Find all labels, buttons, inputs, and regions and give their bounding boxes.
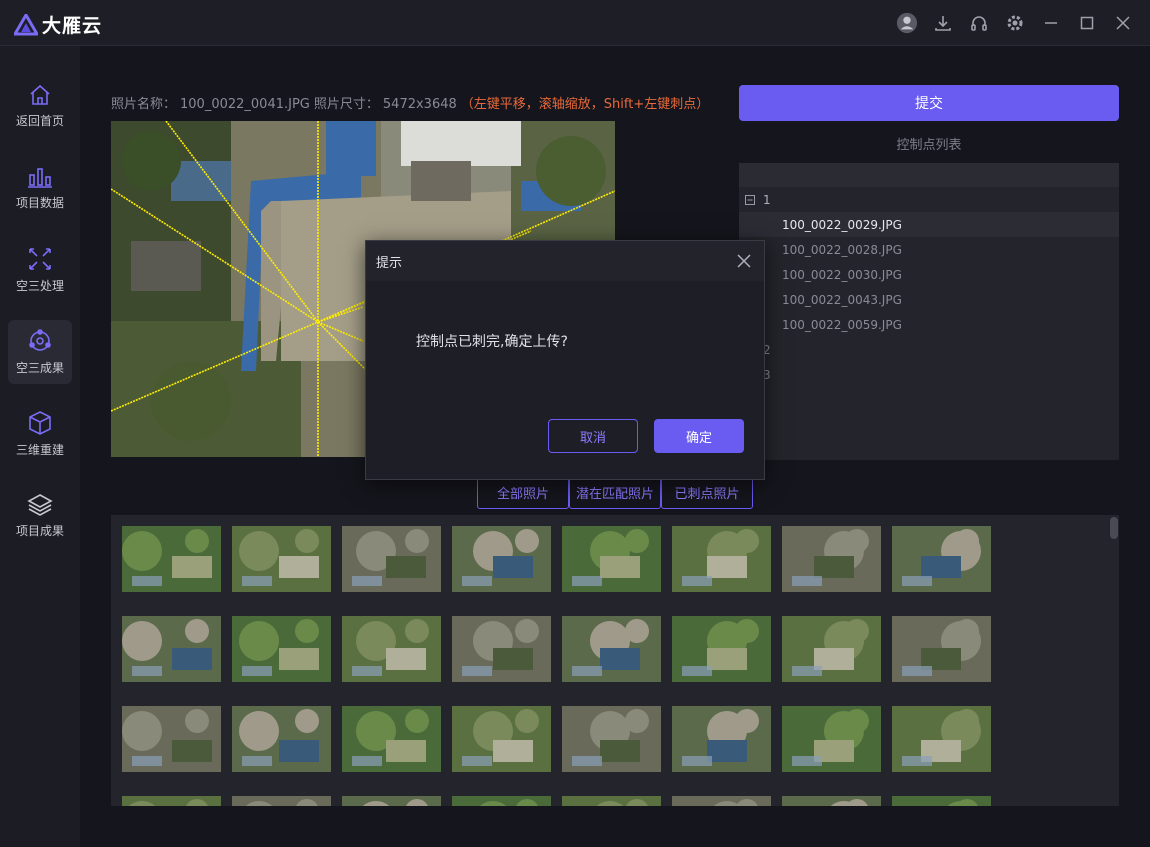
photo-name-label: 照片名称： — [111, 97, 177, 112]
dialog-message: 控制点已刺完,确定上传? — [416, 334, 568, 350]
photo-thumbnail[interactable] — [562, 526, 661, 592]
collapse-icon[interactable] — [745, 194, 755, 205]
goose-logo-icon — [14, 13, 38, 35]
file-name: 100_0022_0030.JPG — [782, 267, 902, 282]
tab-pricked-photos[interactable]: 已刺点照片 — [661, 475, 753, 509]
photo-thumbnail[interactable] — [782, 796, 881, 806]
photo-thumbnail[interactable] — [782, 526, 881, 592]
title-bar: 大雁云 — [0, 0, 1150, 46]
photo-thumbnail[interactable] — [672, 526, 771, 592]
photo-thumbnail[interactable] — [452, 796, 551, 806]
cancel-button[interactable]: 取消 — [548, 419, 638, 453]
tree-node-1[interactable]: 1 — [739, 187, 1119, 212]
sidebar-item-project-data[interactable]: 项目数据 — [8, 156, 72, 220]
cross-arrows-icon — [29, 248, 51, 270]
photo-thumbnail[interactable] — [122, 616, 221, 682]
photo-thumbnail[interactable] — [342, 616, 441, 682]
photo-thumbnail[interactable] — [892, 526, 991, 592]
photo-thumbnail[interactable] — [122, 706, 221, 772]
app-logo: 大雁云 — [14, 11, 102, 38]
bar-chart-icon — [28, 168, 52, 188]
close-icon[interactable] — [734, 251, 754, 271]
sidebar-item-3d-reconstruction[interactable]: 三维重建 — [8, 402, 72, 466]
photo-thumbnail[interactable] — [452, 706, 551, 772]
download-icon[interactable] — [932, 12, 954, 34]
photo-thumbnail[interactable] — [782, 706, 881, 772]
dialog-title: 提示 — [376, 255, 403, 271]
headset-icon[interactable] — [968, 12, 990, 34]
submit-button[interactable]: 提交 — [739, 85, 1119, 121]
photo-thumbnail[interactable] — [452, 616, 551, 682]
photo-size-value: 5472x3648 — [382, 97, 457, 112]
sidebar-item-aerotriangulation-result[interactable]: 空三成果 — [8, 320, 72, 384]
sidebar: 返回首页 项目数据 空三处理 空三成果 三维重建 项目成果 — [0, 46, 80, 847]
confirm-button[interactable]: 确定 — [654, 419, 744, 453]
photo-thumbnail[interactable] — [892, 616, 991, 682]
gear-icon[interactable] — [1004, 12, 1026, 34]
cube-icon — [29, 411, 51, 435]
home-icon — [30, 84, 50, 105]
tab-all-photos[interactable]: 全部照片 — [477, 475, 569, 509]
file-name: 100_0022_0029.JPG — [782, 217, 902, 232]
photo-thumbnail[interactable] — [122, 526, 221, 592]
photo-info: 照片名称： 100_0022_0041.JPG 照片尺寸： 5472x3648 （左键平… — [111, 93, 709, 112]
minimize-icon[interactable] — [1040, 12, 1062, 34]
file-name: 100_0022_0059.JPG — [782, 317, 902, 332]
photo-thumbnail[interactable] — [232, 526, 331, 592]
photo-thumbnail[interactable] — [342, 526, 441, 592]
layers-icon — [27, 494, 53, 516]
photo-thumbnail[interactable] — [342, 706, 441, 772]
control-point-list-title: 控制点列表 — [896, 138, 962, 153]
photo-thumbnail[interactable] — [672, 796, 771, 806]
orbit-icon — [29, 329, 51, 351]
photo-gallery — [111, 515, 1119, 806]
gallery-scrollbar[interactable] — [1110, 517, 1118, 539]
close-window-icon[interactable] — [1112, 12, 1134, 34]
file-name: 100_0022_0028.JPG — [782, 242, 902, 257]
photo-thumbnail[interactable] — [122, 796, 221, 806]
photo-thumbnail[interactable] — [782, 616, 881, 682]
list-header — [739, 163, 1119, 187]
user-avatar-icon[interactable] — [896, 12, 918, 34]
sidebar-label: 空三处理 — [15, 279, 64, 293]
photo-name-value: 100_0022_0041.JPG — [180, 97, 310, 112]
photo-thumbnail[interactable] — [562, 706, 661, 772]
photo-hint: （左键平移，滚轴缩放，Shift+左键刺点） — [460, 97, 710, 112]
dialog-header: 提示 — [366, 241, 764, 281]
photo-thumbnail[interactable] — [232, 616, 331, 682]
file-name: 100_0022_0043.JPG — [782, 292, 902, 307]
photo-thumbnail[interactable] — [562, 796, 661, 806]
tree-file-row[interactable]: 100_0022_0029.JPG — [739, 212, 1119, 237]
photo-thumbnail[interactable] — [232, 796, 331, 806]
sidebar-label: 项目成果 — [15, 524, 64, 538]
photo-thumbnail[interactable] — [232, 706, 331, 772]
photo-thumbnail[interactable] — [562, 616, 661, 682]
app-name: 大雁云 — [42, 15, 103, 37]
control-point-list: 1 100_0022_0029.JPG 100_0022_0028.JPG 10… — [739, 163, 1119, 460]
sidebar-item-project-result[interactable]: 项目成果 — [8, 484, 72, 548]
tree-node-label: 1 — [763, 192, 771, 207]
sidebar-item-home[interactable]: 返回首页 — [8, 74, 72, 138]
photo-thumbnail[interactable] — [892, 706, 991, 772]
confirm-dialog: 提示 控制点已刺完,确定上传? 取消 确定 — [365, 240, 765, 480]
photo-size-label: 照片尺寸： — [313, 97, 379, 112]
photo-thumbnail[interactable] — [892, 796, 991, 806]
photo-thumbnail[interactable] — [342, 796, 441, 806]
sidebar-label: 三维重建 — [15, 443, 64, 457]
sidebar-item-aerotriangulation[interactable]: 空三处理 — [8, 238, 72, 302]
sidebar-label: 空三成果 — [15, 361, 64, 375]
sidebar-label: 项目数据 — [15, 196, 64, 210]
tab-potential-match[interactable]: 潜在匹配照片 — [569, 475, 661, 509]
photo-filter-tabs: 全部照片 潜在匹配照片 已刺点照片 — [477, 475, 753, 509]
photo-thumbnail[interactable] — [672, 616, 771, 682]
photo-thumbnail[interactable] — [452, 526, 551, 592]
sidebar-label: 返回首页 — [15, 114, 64, 128]
maximize-icon[interactable] — [1076, 12, 1098, 34]
photo-thumbnail[interactable] — [672, 706, 771, 772]
